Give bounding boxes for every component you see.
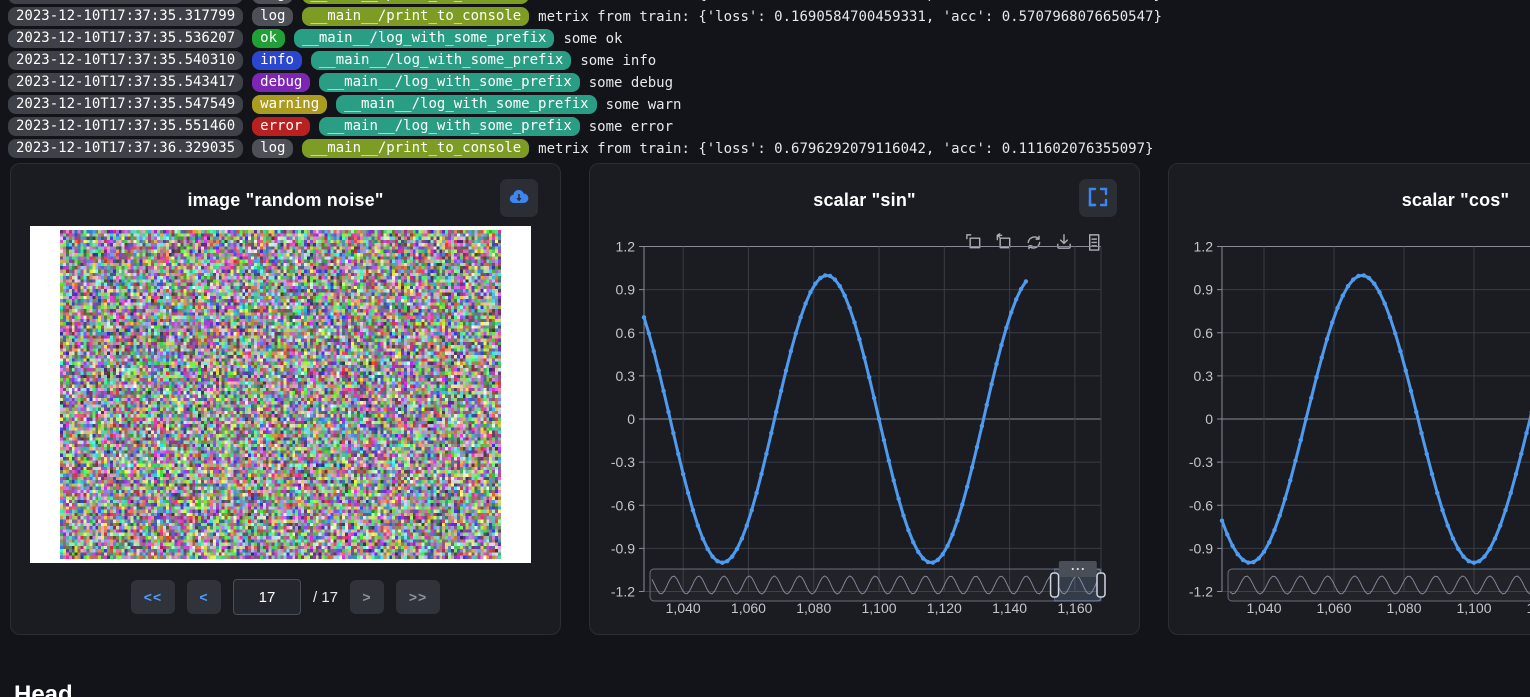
x-axis-tick-label: 1,100 [862, 600, 897, 616]
y-axis-tick-label: -0.9 [611, 540, 635, 556]
x-axis-tick-label: 1,040 [666, 600, 701, 616]
log-message: metrix from train: {'loss': 0.1690584700… [538, 0, 1162, 3]
level-badge: debug [252, 73, 310, 92]
image-download-button[interactable] [500, 179, 538, 217]
datazoom-handle[interactable] [1051, 573, 1059, 597]
log-row: 2023-12-10T17:37:35.317799 log __main__/pr… [8, 0, 1530, 4]
timestamp-badge: 2023-12-10T17:37:35.551460 [8, 117, 243, 136]
x-axis-tick-label: 1,160 [1057, 600, 1092, 616]
y-axis-tick-label: 0.3 [616, 368, 636, 384]
y-axis-tick-label: -0.6 [611, 497, 635, 513]
first-page-button[interactable]: << [131, 580, 175, 614]
x-axis-tick-label: 1,120 [1526, 600, 1530, 616]
log-message: some debug [589, 75, 673, 91]
source-badge: __main__/log_with_some_prefix [319, 117, 579, 136]
y-axis-tick-label: 0.3 [1194, 368, 1214, 384]
next-page-button[interactable]: > [350, 580, 384, 614]
log-message: metrix from train: {'loss': 0.6796292079… [538, 141, 1153, 157]
log-row: 2023-12-10T17:37:35.317799 log __main__/pr… [8, 7, 1530, 26]
image-panel-title: image "random noise" [11, 190, 560, 211]
x-axis-tick-label: 1,080 [796, 600, 831, 616]
log-row: 2023-12-10T17:37:36.329035 log __main__/pr… [8, 139, 1530, 158]
level-badge: error [252, 117, 310, 136]
log-row: 2023-12-10T17:37:35.540310 info __main__/l… [8, 51, 1530, 70]
x-axis-tick-label: 1,140 [992, 600, 1027, 616]
x-axis-tick-label: 1,060 [1316, 600, 1351, 616]
y-axis-tick-label: -0.9 [1189, 540, 1213, 556]
timestamp-badge: 2023-12-10T17:37:35.536207 [8, 29, 243, 48]
log-row: 2023-12-10T17:37:35.547549 warning __main_… [8, 95, 1530, 114]
image-panel: image "random noise" << < / 17 > >> [10, 163, 561, 635]
panels-row: image "random noise" << < / 17 > >> [10, 163, 1530, 635]
y-axis-tick-label: -0.3 [611, 454, 635, 470]
timestamp-badge: 2023-12-10T17:37:36.329035 [8, 139, 243, 158]
clipped-log-row: 2023-12-10T17:37:35.317799 log __main__/pr… [8, 0, 1530, 4]
source-badge: __main__/print_to_console [302, 0, 529, 4]
x-axis-tick-label: 1,120 [927, 600, 962, 616]
level-badge: log [252, 0, 293, 4]
source-badge: __main__/log_with_some_prefix [336, 95, 596, 114]
log-console: 2023-12-10T17:37:35.317799 log __main__/pr… [8, 0, 1530, 158]
page-number-input[interactable] [233, 579, 301, 615]
last-page-button[interactable]: >> [396, 580, 440, 614]
y-axis-tick-label: 0.9 [1194, 282, 1214, 298]
level-badge: ok [252, 29, 285, 48]
log-row: 2023-12-10T17:37:35.551460 error __main__/… [8, 117, 1530, 136]
prev-page-button[interactable]: < [187, 580, 221, 614]
logged-image-frame [30, 226, 531, 563]
page-total-label: / 17 [313, 589, 338, 606]
scalar-sin-panel: scalar "sin" 1.20.90.60.30-0.3-0.6-0.9-1… [589, 163, 1140, 635]
log-message: some warn [606, 97, 682, 113]
log-row: 2023-12-10T17:37:35.543417 debug __main__/… [8, 73, 1530, 92]
log-message: some ok [563, 31, 622, 47]
y-axis-tick-label: -0.3 [1189, 454, 1213, 470]
timestamp-badge: 2023-12-10T17:37:35.543417 [8, 73, 243, 92]
y-axis-tick-label: 1.2 [616, 239, 636, 255]
log-message: some error [589, 119, 673, 135]
timestamp-badge: 2023-12-10T17:37:35.317799 [8, 0, 243, 4]
y-axis-tick-label: -1.2 [611, 584, 635, 600]
x-axis-tick-label: 1,060 [731, 600, 766, 616]
level-badge: warning [252, 95, 327, 114]
source-badge: __main__/print_to_console [302, 7, 529, 26]
level-badge: info [252, 51, 302, 70]
datazoom-handle[interactable] [1097, 573, 1105, 597]
y-axis-tick-label: 0.6 [1194, 325, 1214, 341]
source-badge: __main__/log_with_some_prefix [294, 29, 554, 48]
timestamp-badge: 2023-12-10T17:37:35.317799 [8, 7, 243, 26]
y-axis-tick-label: 1.2 [1194, 239, 1214, 255]
level-badge: log [252, 7, 293, 26]
x-axis-tick-label: 1,080 [1386, 600, 1421, 616]
y-axis-tick-label: 0 [627, 411, 635, 427]
scalar-cos-panel: scalar "cos" 1.20.90.60.30-0.3-0.6-0.9-1… [1168, 163, 1530, 635]
timestamp-badge: 2023-12-10T17:37:35.540310 [8, 51, 243, 70]
image-pagination: << < / 17 > >> [11, 579, 560, 615]
x-axis-tick-label: 1,040 [1246, 600, 1281, 616]
app-screen: 2023-12-10T17:37:35.317799 log __main__/pr… [0, 0, 1530, 697]
source-badge: __main__/log_with_some_prefix [311, 51, 571, 70]
y-axis-tick-label: 0.6 [616, 325, 636, 341]
line-chart: 1.2 0.9 0.6 0.3 0 -0.3 -0.6 -0.9 -1.2 1,040 1,060 1… [590, 164, 1140, 635]
y-axis-tick-label: 0.9 [616, 282, 636, 298]
log-message: metrix from train: {'loss': 0.1690584700… [538, 9, 1162, 25]
timestamp-badge: 2023-12-10T17:37:35.547549 [8, 95, 243, 114]
section-heading: Head [14, 681, 73, 697]
log-message: some info [580, 53, 656, 69]
y-axis-tick-label: -1.2 [1189, 584, 1213, 600]
source-badge: __main__/print_to_console [302, 139, 529, 158]
random-noise-image [60, 230, 501, 559]
x-axis-tick-label: 1,100 [1456, 600, 1491, 616]
log-row: 2023-12-10T17:37:35.536207 ok __main__/log… [8, 29, 1530, 48]
line-chart: 1.2 0.9 0.6 0.3 0 -0.3 -0.6 -0.9 -1.2 1,040 1,060 1… [1169, 164, 1530, 636]
y-axis-tick-label: -0.6 [1189, 497, 1213, 513]
source-badge: __main__/log_with_some_prefix [319, 73, 579, 92]
cloud-download-icon [507, 185, 531, 212]
y-axis-tick-label: 0 [1205, 411, 1213, 427]
level-badge: log [252, 139, 293, 158]
